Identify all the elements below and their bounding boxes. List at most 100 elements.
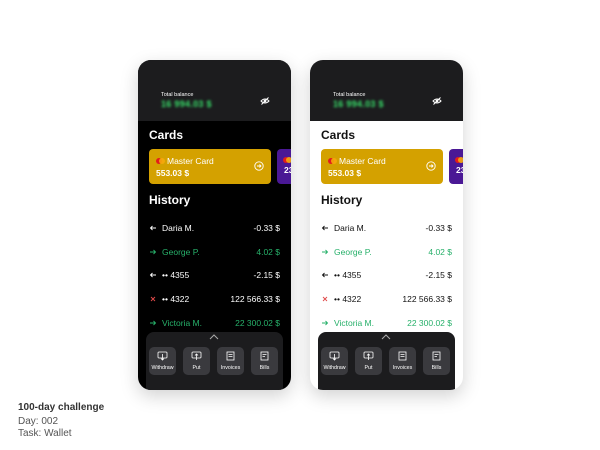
bills-label: Bills	[259, 365, 270, 371]
arrow-right-circle-icon[interactable]	[426, 161, 436, 171]
put-icon	[191, 351, 202, 360]
mastercard-icon	[455, 157, 463, 163]
balance-label: Total balance	[161, 92, 194, 98]
cancel-icon	[322, 296, 328, 302]
card-name: Master Card	[339, 156, 386, 166]
chevron-up-icon[interactable]	[381, 334, 391, 340]
history-title: History	[321, 193, 363, 207]
history-amount: -2.15 $	[253, 270, 280, 280]
history-name: Victoria M.	[334, 318, 374, 328]
bills-label: Bills	[431, 365, 442, 371]
cards-title: Cards	[321, 128, 356, 142]
wallet-screen-light: Total balance 16 994.03 $ Cards Master C…	[310, 60, 463, 390]
history-name: Daria M.	[162, 223, 195, 233]
mastercard-icon	[283, 157, 291, 163]
caption-day: Day: 002	[18, 416, 59, 427]
history-amount: 122 566.33 $	[230, 294, 280, 304]
history-name: George P.	[162, 247, 200, 257]
history-amount: 22 300.02 $	[235, 318, 280, 328]
caption-task: Task: Wallet	[18, 428, 72, 439]
history-amount: 122 566.33 $	[402, 294, 452, 304]
bill-icon	[432, 351, 441, 361]
balance-header: Total balance 16 994.03 $	[138, 60, 291, 121]
invoice-icon	[398, 351, 407, 361]
card-second[interactable]: 23	[449, 149, 463, 184]
history-name: •• 4355	[334, 270, 362, 280]
history-title: History	[149, 193, 191, 207]
history-name: George P.	[334, 247, 372, 257]
arrow-right-icon	[322, 249, 329, 255]
history-row[interactable]: •• 4322 122 566.33 $	[321, 294, 452, 306]
history-row[interactable]: •• 4355 -2.15 $	[321, 270, 452, 282]
put-button[interactable]: Put	[183, 347, 210, 375]
history-name: •• 4322	[162, 294, 190, 304]
withdraw-label: Withdraw	[323, 365, 346, 371]
history-row[interactable]: George P. 4.02 $	[321, 247, 452, 259]
invoices-button[interactable]: Invoices	[389, 347, 416, 375]
balance-header: Total balance 16 994.03 $	[310, 60, 463, 121]
withdraw-button[interactable]: Withdraw	[321, 347, 348, 375]
history-row[interactable]: •• 4322 122 566.33 $	[149, 294, 280, 306]
history-row[interactable]: •• 4355 -2.15 $	[149, 270, 280, 282]
history-amount: -2.15 $	[425, 270, 452, 280]
card-master[interactable]: Master Card 553.03 $	[149, 149, 271, 184]
history-amount: -0.33 $	[425, 223, 452, 233]
action-dock: Withdraw Put Invoices Bills	[146, 332, 283, 390]
mastercard-icon	[328, 158, 337, 164]
cards-title: Cards	[149, 128, 184, 142]
put-label: Put	[192, 365, 201, 371]
history-name: Daria M.	[334, 223, 367, 233]
arrow-left-icon	[149, 225, 156, 231]
wallet-screen-dark: Total balance 16 994.03 $ Cards Master C…	[138, 60, 291, 390]
card-amount: 553.03 $	[156, 168, 190, 178]
card-second[interactable]: 23	[277, 149, 291, 184]
bills-button[interactable]: Bills	[423, 347, 450, 375]
arrow-right-circle-icon[interactable]	[254, 161, 264, 171]
arrow-left-icon	[321, 272, 328, 278]
balance-label: Total balance	[333, 92, 366, 98]
arrow-right-icon	[150, 249, 157, 255]
arrow-right-icon	[150, 320, 157, 326]
card-master[interactable]: Master Card 553.03 $	[321, 149, 443, 184]
history-row[interactable]: Daria M. -0.33 $	[149, 223, 280, 235]
history-row[interactable]: Daria M. -0.33 $	[321, 223, 452, 235]
card-name: Master Card	[167, 156, 214, 166]
history-amount: 4.02 $	[428, 247, 452, 257]
history-row[interactable]: Victoria M. 22 300.02 $	[321, 318, 452, 330]
withdraw-label: Withdraw	[151, 365, 174, 371]
put-button[interactable]: Put	[355, 347, 382, 375]
history-row[interactable]: Victoria M. 22 300.02 $	[149, 318, 280, 330]
invoice-icon	[226, 351, 235, 361]
caption-title: 100-day challenge	[18, 402, 105, 413]
arrow-left-icon	[149, 272, 156, 278]
arrow-left-icon	[321, 225, 328, 231]
hide-balance-icon[interactable]	[260, 96, 270, 106]
history-row[interactable]: George P. 4.02 $	[149, 247, 280, 259]
put-label: Put	[364, 365, 373, 371]
action-dock: Withdraw Put Invoices Bills	[318, 332, 455, 390]
card-amount: 23	[456, 165, 463, 175]
balance-value: 16 994.03 $	[161, 99, 212, 109]
card-amount: 553.03 $	[328, 168, 362, 178]
bill-icon	[260, 351, 269, 361]
invoices-label: Invoices	[392, 365, 413, 371]
withdraw-button[interactable]: Withdraw	[149, 347, 176, 375]
invoices-label: Invoices	[220, 365, 241, 371]
invoices-button[interactable]: Invoices	[217, 347, 244, 375]
history-amount: 22 300.02 $	[407, 318, 452, 328]
mastercard-icon	[156, 158, 165, 164]
history-name: •• 4322	[334, 294, 362, 304]
bills-button[interactable]: Bills	[251, 347, 278, 375]
cancel-icon	[150, 296, 156, 302]
card-amount: 23	[284, 165, 291, 175]
put-icon	[363, 351, 374, 360]
chevron-up-icon[interactable]	[209, 334, 219, 340]
withdraw-icon	[157, 351, 168, 361]
balance-value: 16 994.03 $	[333, 99, 384, 109]
hide-balance-icon[interactable]	[432, 96, 442, 106]
history-amount: 4.02 $	[256, 247, 280, 257]
history-name: •• 4355	[162, 270, 190, 280]
history-name: Victoria M.	[162, 318, 202, 328]
arrow-right-icon	[322, 320, 329, 326]
history-amount: -0.33 $	[253, 223, 280, 233]
